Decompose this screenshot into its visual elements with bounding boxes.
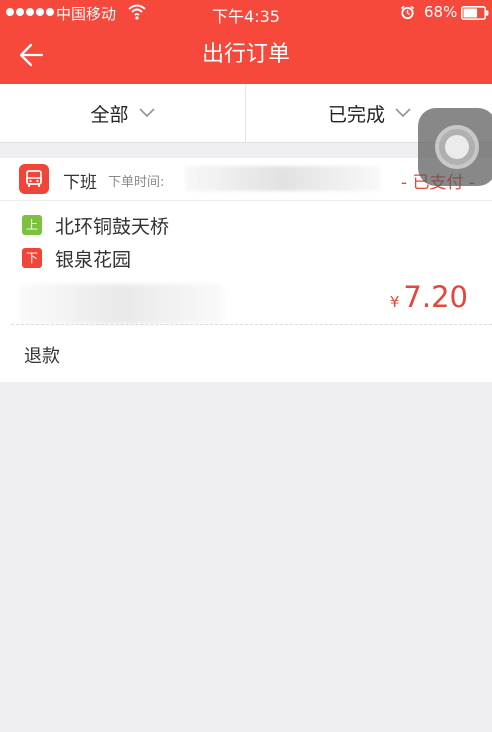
navigation-bar: 出行订单 [0, 26, 492, 84]
page-title: 出行订单 [201, 42, 290, 67]
assistive-touch-button[interactable] [418, 108, 492, 186]
battery-icon [461, 6, 489, 20]
clock: 下午4:35 [212, 7, 280, 26]
order-price: ¥7.20 [390, 280, 468, 314]
category-filter-label: 全部 [90, 103, 129, 126]
pickup-name: 北环铜鼓天桥 [55, 215, 170, 238]
dropoff-name: 银泉花园 [55, 248, 132, 271]
currency-symbol: ¥ [389, 293, 400, 311]
dropoff-icon: 下 [22, 248, 42, 268]
status-bar: 中国移动 下午4:35 68% [0, 0, 492, 26]
status-filter-label: 已完成 [327, 103, 385, 126]
refund-button[interactable]: 退款 [24, 342, 60, 368]
dashed-divider [11, 324, 492, 325]
order-card[interactable]: 下班 下单时间: - 已支付 - 上 北环铜鼓天桥 下 银泉花园 ¥7.20 退… [0, 158, 492, 382]
battery-percentage: 68% [424, 3, 458, 21]
bus-icon [19, 164, 49, 194]
chevron-down-icon [395, 108, 411, 118]
chevron-down-icon [138, 108, 155, 118]
alarm-icon [400, 5, 415, 20]
order-time-label: 下单时间: [108, 175, 165, 190]
category-filter[interactable]: 全部 [0, 84, 246, 142]
order-type: 下班 [63, 173, 97, 193]
dropoff-stop: 下 银泉花园 [22, 246, 132, 271]
pickup-stop: 上 北环铜鼓天桥 [22, 213, 170, 238]
assistive-core-icon [445, 135, 469, 159]
blurred-order-time [185, 166, 380, 191]
pickup-icon: 上 [22, 215, 42, 235]
blurred-order-details [18, 284, 224, 324]
price-amount: 7.20 [403, 280, 468, 314]
